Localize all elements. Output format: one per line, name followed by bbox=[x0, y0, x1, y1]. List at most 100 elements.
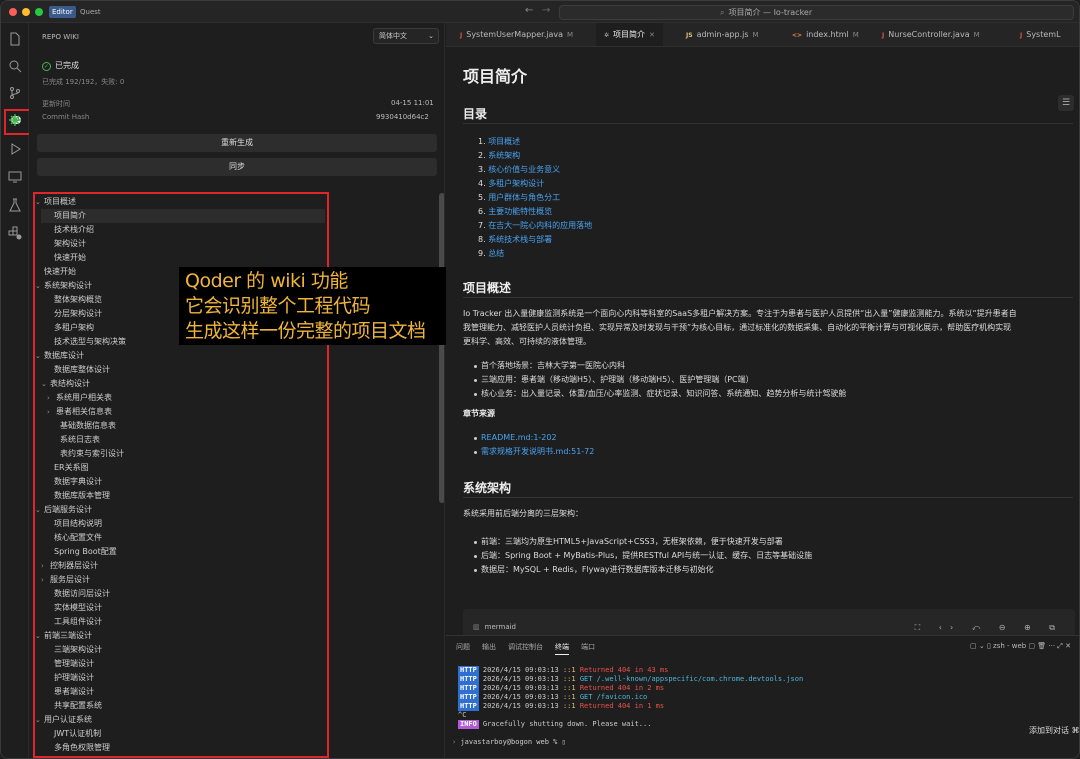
back-arrow-icon[interactable]: ← bbox=[525, 5, 533, 16]
tab-label: index.html bbox=[806, 30, 849, 39]
modified-marker: M bbox=[973, 31, 980, 39]
search-icon[interactable] bbox=[7, 58, 23, 74]
terminal-line: HTTP 2026/4/15 09:03:13 ::1 GET /.well-kn… bbox=[458, 675, 803, 684]
editor-mode-tab[interactable]: Editor bbox=[49, 6, 76, 18]
panel-tab[interactable]: 调试控制台 bbox=[508, 643, 543, 651]
tab-label: 项目简介 bbox=[613, 30, 646, 39]
app-window: Editor Quest ← → ⌕项目简介 — Io-tracker 10 R… bbox=[0, 0, 1080, 759]
toc-link[interactable]: 总结 bbox=[488, 249, 504, 258]
caption-line-3: 生成这样一份完整的项目文档 bbox=[185, 320, 426, 342]
list-item[interactable]: README.md:1-202 bbox=[473, 431, 594, 445]
panel-title: REPO WIKI bbox=[42, 33, 79, 41]
toc-link[interactable]: 系统架构 bbox=[488, 151, 520, 160]
mermaid-toolbar[interactable]: ⛶ ‹› ⤺ ⊖ ⊕ ⧉ bbox=[915, 623, 1063, 633]
progress-text: 已完成 192/192，失败: 0 bbox=[42, 78, 125, 86]
toc-link[interactable]: 核心价值与业务意义 bbox=[488, 165, 560, 174]
overview-paragraph: Io Tracker 出入量健康监测系统是一个面向心内科等科室的SaaS多租户解… bbox=[463, 307, 1075, 349]
terminal-line: HTTP 2026/4/15 09:03:13 ::1 Returned 404 … bbox=[458, 684, 803, 693]
source-control-icon[interactable] bbox=[7, 85, 23, 101]
address: ::1 bbox=[562, 666, 576, 674]
testing-flask-icon[interactable] bbox=[7, 197, 23, 213]
editor-tabs: J SystemUserMapper.java M ✲ 项目简介 ✕ JS admin-app… bbox=[446, 23, 1079, 47]
architecture-bullets: 前端：三端均为原生HTML5+JavaScript+CSS3，无框架依赖，便于快… bbox=[473, 535, 812, 577]
panel-tab[interactable]: 端口 bbox=[581, 643, 595, 651]
toc-item[interactable]: 2. 系统架构 bbox=[478, 149, 592, 163]
list-item[interactable]: 需求规格开发说明书.md:51-72 bbox=[473, 445, 594, 459]
quest-mode-tab[interactable]: Quest bbox=[77, 6, 104, 18]
terminal-toolbar[interactable]: ▢ ⌄ ▯ zsh - web ▢ 🗑 ··· ⤢ ✕ bbox=[970, 642, 1071, 651]
editor-tab[interactable]: ✲ 项目简介 ✕ bbox=[596, 23, 663, 46]
language-select[interactable]: 简体中文 ⌄ bbox=[373, 28, 439, 44]
log-message: GET /favicon.ico bbox=[579, 693, 648, 701]
list-item: 后端：Spring Boot + MyBatis-Plus，提供RESTful … bbox=[473, 549, 812, 563]
terminal-line: INFO Gracefully shutting down. Please wai… bbox=[458, 720, 803, 729]
log-message: Returned 404 in 43 ms bbox=[579, 666, 669, 674]
outline-toggle-icon[interactable]: ☰ bbox=[1058, 95, 1074, 111]
commit-value: 9930410d64c2 bbox=[376, 113, 429, 121]
toc-item[interactable]: 7. 在吉大一院心内科的应用落地 bbox=[478, 219, 592, 233]
editor-tab[interactable]: <> index.html M bbox=[784, 23, 867, 46]
tab-label: NurseController.java bbox=[888, 30, 970, 39]
source-heading: 章节来源 bbox=[463, 409, 495, 418]
commit-label: Commit Hash bbox=[42, 113, 90, 121]
toc-link[interactable]: 主要功能特性概览 bbox=[488, 207, 552, 216]
minimize-window-button[interactable] bbox=[22, 8, 30, 16]
close-window-button[interactable] bbox=[9, 8, 17, 16]
http-tag: HTTP bbox=[458, 702, 479, 711]
explorer-icon[interactable] bbox=[7, 31, 23, 47]
toc-item[interactable]: 1. 项目概述 bbox=[478, 135, 592, 149]
updated-label: 更新时间 bbox=[42, 100, 70, 108]
list-item: 三端应用：患者端（移动端H5）、护理端（移动端H5）、医护管理端（PC端） bbox=[473, 373, 846, 387]
toc-link[interactable]: 多租户架构设计 bbox=[488, 179, 544, 188]
toc-item[interactable]: 9. 总结 bbox=[478, 247, 592, 261]
command-search-bar[interactable]: ⌕ 项目简介 — Io-tracker bbox=[559, 5, 1074, 20]
mermaid-label-text: mermaid bbox=[484, 623, 517, 631]
toc-link[interactable]: 系统技术栈与部署 bbox=[488, 235, 552, 244]
caption-overlay: Qoder 的 wiki 功能 它会识别整个工程代码 生成这样一份完整的项目文档 bbox=[179, 267, 449, 345]
terminal-prompt[interactable]: › javastarboy@bogon web % ▯ bbox=[452, 738, 566, 746]
editor-tab[interactable]: J SystemUserMapper.java M bbox=[452, 23, 581, 46]
maximize-window-button[interactable] bbox=[35, 8, 43, 16]
terminal-output: HTTP 2026/4/15 09:03:13 ::1 Returned 404 … bbox=[458, 666, 803, 729]
file-icon: J bbox=[882, 32, 885, 39]
file-icon: JS bbox=[686, 32, 693, 39]
editor-tab[interactable]: JS admin-app.js M bbox=[678, 23, 767, 46]
toc-item[interactable]: 6. 主要功能特性概览 bbox=[478, 205, 592, 219]
timestamp: 2026/4/15 09:03:13 bbox=[482, 675, 559, 683]
close-tab-icon[interactable]: ✕ bbox=[649, 31, 655, 39]
http-tag: HTTP bbox=[458, 666, 479, 675]
sync-button[interactable]: 同步 bbox=[37, 158, 437, 176]
run-debug-icon[interactable] bbox=[7, 141, 23, 157]
overview-line-1: Io Tracker 出入量健康监测系统是一个面向心内科等科室的SaaS多租户解… bbox=[463, 309, 1017, 318]
regenerate-button[interactable]: 重新生成 bbox=[37, 134, 437, 152]
toc-link[interactable]: 用户群体与角色分工 bbox=[488, 193, 560, 202]
toc-link[interactable]: 项目概述 bbox=[488, 137, 520, 146]
forward-arrow-icon[interactable]: → bbox=[542, 5, 550, 16]
log-message: Returned 404 in 2 ms bbox=[579, 684, 665, 692]
extensions-icon[interactable] bbox=[7, 225, 23, 241]
panel-tab[interactable]: 输出 bbox=[482, 643, 496, 651]
toc-item[interactable]: 5. 用户群体与角色分工 bbox=[478, 191, 592, 205]
add-to-chat-button[interactable]: 添加到对话 ⌘ bbox=[1026, 724, 1079, 737]
terminal-line: HTTP 2026/4/15 09:03:13 ::1 Returned 404 … bbox=[458, 702, 803, 711]
toc-item[interactable]: 3. 核心价值与业务意义 bbox=[478, 163, 592, 177]
panel-tab[interactable]: 终端 bbox=[555, 643, 569, 655]
chevron-down-icon: ⌄ bbox=[428, 32, 434, 40]
file-icon: J bbox=[1020, 32, 1023, 39]
tree-scrollbar[interactable] bbox=[439, 193, 444, 503]
toc-link[interactable]: 在吉大一院心内科的应用落地 bbox=[488, 221, 592, 230]
http-tag: HTTP bbox=[458, 684, 479, 693]
modified-marker: M bbox=[852, 31, 859, 39]
http-tag: HTTP bbox=[458, 675, 479, 684]
log-message: Returned 404 in 1 ms bbox=[579, 702, 665, 710]
address: ::1 bbox=[562, 693, 576, 701]
toc-item[interactable]: 8. 系统技术栈与部署 bbox=[478, 233, 592, 247]
panel-tab[interactable]: 问题 bbox=[456, 643, 470, 651]
language-value: 简体中文 bbox=[379, 32, 407, 40]
terminal-line: ^C bbox=[458, 711, 467, 719]
log-message: Gracefully shutting down. Please wait... bbox=[482, 720, 652, 728]
remote-explorer-icon[interactable] bbox=[7, 169, 23, 185]
editor-tab[interactable]: J NurseController.java M bbox=[874, 23, 988, 46]
toc-item[interactable]: 4. 多租户架构设计 bbox=[478, 177, 592, 191]
editor-tab[interactable]: J SystemL bbox=[1012, 23, 1069, 46]
